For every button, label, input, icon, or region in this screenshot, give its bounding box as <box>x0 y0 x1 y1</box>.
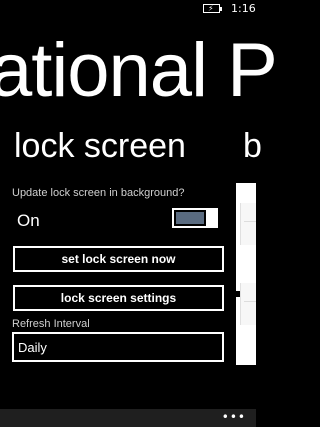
toggle-track <box>172 208 208 228</box>
status-time: 1:16 <box>231 2 256 15</box>
set-lock-screen-now-button[interactable]: set lock screen now <box>13 246 224 272</box>
preview-card <box>240 203 256 245</box>
section-title-lock-screen: lock screen <box>14 127 186 165</box>
lock-screen-settings-button[interactable]: lock screen settings <box>13 285 224 311</box>
next-section-preview[interactable] <box>236 183 256 365</box>
battery-charging-icon: ⚡ <box>203 4 222 13</box>
refresh-interval-value: Daily <box>18 339 47 355</box>
panorama-title: ational P <box>0 28 278 113</box>
more-options-icon[interactable]: ••• <box>222 410 246 424</box>
refresh-interval-label: Refresh Interval <box>12 318 90 330</box>
update-background-toggle[interactable] <box>172 208 220 228</box>
status-bar: ⚡ 1:16 <box>0 0 256 18</box>
update-in-background-label: Update lock screen in background? <box>12 187 185 199</box>
app-bar: ••• <box>0 409 256 427</box>
preview-card <box>240 283 256 325</box>
toggle-state-text: On <box>17 211 40 230</box>
toggle-fill <box>176 212 204 224</box>
toggle-thumb[interactable] <box>208 208 218 228</box>
refresh-interval-select[interactable]: Daily <box>12 332 224 362</box>
next-section-title[interactable]: b <box>243 124 262 168</box>
